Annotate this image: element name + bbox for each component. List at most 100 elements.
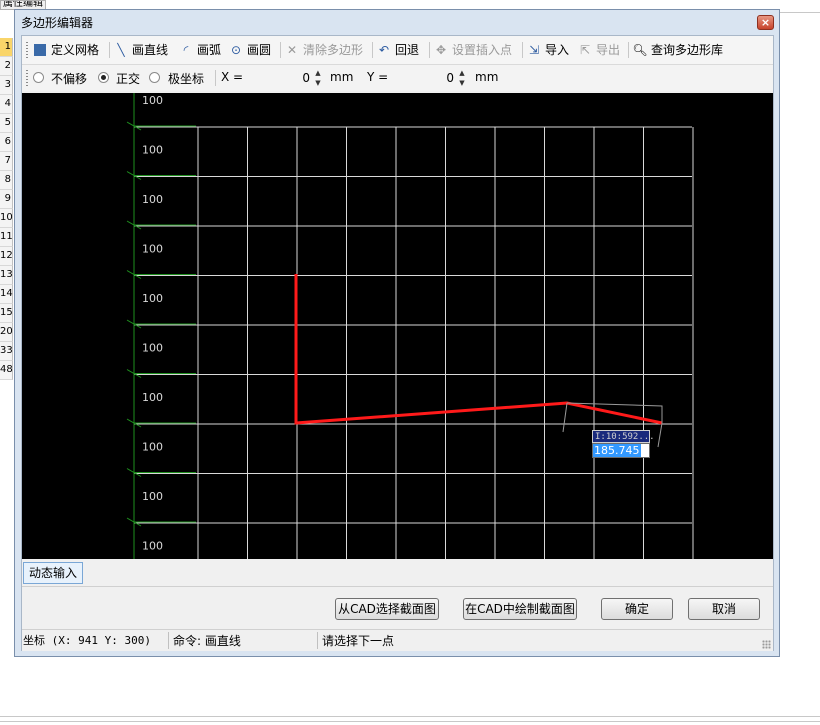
button-row: 从CAD选择截面图 在CAD中绘制截面图 确定 取消 bbox=[22, 586, 773, 629]
status-separator bbox=[168, 632, 169, 649]
polygon-outline bbox=[294, 274, 663, 425]
dynamic-input-tab[interactable]: 动态输入 bbox=[23, 562, 83, 584]
set-insert-point-label: 设置插入点 bbox=[452, 43, 513, 57]
row-number[interactable]: 10 bbox=[0, 209, 13, 228]
draw-circle-button[interactable]: ⊙ 画圆 bbox=[228, 41, 271, 59]
toolbar-separator bbox=[372, 42, 373, 58]
row-number[interactable]: 4 bbox=[0, 95, 13, 114]
close-button[interactable]: × bbox=[757, 15, 774, 30]
export-label: 导出 bbox=[596, 43, 621, 57]
draw-arc-label: 画弧 bbox=[197, 43, 222, 57]
select-from-cad-button[interactable]: 从CAD选择截面图 bbox=[335, 598, 439, 620]
ruler-label: 100 bbox=[142, 490, 163, 503]
row-number[interactable]: 48 bbox=[0, 361, 13, 380]
toolbar-grip[interactable] bbox=[26, 42, 28, 58]
background-divider bbox=[0, 716, 820, 717]
resize-grip[interactable] bbox=[762, 640, 771, 649]
import-icon: ⇲ bbox=[528, 43, 540, 57]
import-label: 导入 bbox=[545, 43, 570, 57]
ruler-label: 100 bbox=[142, 144, 163, 157]
radio-orthogonal[interactable] bbox=[98, 72, 109, 83]
row-number[interactable]: 1 bbox=[0, 38, 13, 57]
dialog-title: 多边形编辑器 bbox=[21, 16, 94, 30]
y-spinner[interactable]: ▲ ▼ bbox=[458, 68, 466, 88]
row-number[interactable]: 9 bbox=[0, 190, 13, 209]
background-divider bbox=[0, 721, 820, 722]
search-icon: 🔍︎ bbox=[632, 43, 648, 57]
row-number[interactable]: 5 bbox=[0, 114, 13, 133]
radio-no-offset[interactable] bbox=[33, 72, 44, 83]
row-number[interactable]: 33 bbox=[0, 342, 13, 361]
dynamic-length-input[interactable]: 185.745 bbox=[592, 443, 650, 458]
draw-arc-button[interactable]: ◜ 画弧 bbox=[178, 41, 221, 59]
row-number[interactable]: 15 bbox=[0, 304, 13, 323]
polygon-editor-dialog: 多边形编辑器 × 定义网格 ╲ 画直线 ◜ 画弧 ⊙ 画圆 ✕ 清除多边形 ↶ … bbox=[14, 9, 780, 657]
status-prompt: 请选择下一点 bbox=[322, 634, 395, 648]
row-number[interactable]: 13 bbox=[0, 266, 13, 285]
toolbar: 定义网格 ╲ 画直线 ◜ 画弧 ⊙ 画圆 ✕ 清除多边形 ↶ 回退 ✥ 设置插入点 bbox=[22, 36, 773, 65]
row-number[interactable]: 7 bbox=[0, 152, 13, 171]
undo-button[interactable]: ↶ 回退 bbox=[376, 41, 419, 59]
ruler-label: 100 bbox=[142, 243, 163, 256]
x-spinner[interactable]: ▲ ▼ bbox=[314, 68, 322, 88]
line-icon: ╲ bbox=[117, 43, 125, 57]
draw-in-cad-button[interactable]: 在CAD中绘制截面图 bbox=[463, 598, 577, 620]
grid-icon bbox=[34, 44, 46, 56]
drawing-surface[interactable]: 100 100 100 100 100 100 100 100 100 100 bbox=[22, 93, 773, 559]
clear-polygon-button[interactable]: ✕ 清除多边形 bbox=[284, 41, 363, 59]
clear-icon: ✕ bbox=[286, 43, 298, 57]
row-number[interactable]: 11 bbox=[0, 228, 13, 247]
status-separator bbox=[317, 632, 318, 649]
ok-button[interactable]: 确定 bbox=[601, 598, 673, 620]
undo-label: 回退 bbox=[395, 43, 420, 57]
y-label: Y = bbox=[367, 70, 389, 84]
row-number-column: 1 2 3 4 5 6 7 8 9 10 11 12 13 14 15 20 33 48 bbox=[0, 38, 13, 380]
toolbar-separator bbox=[280, 42, 281, 58]
export-button[interactable]: ⇱ 导出 bbox=[577, 41, 620, 59]
row-number[interactable]: 2 bbox=[0, 57, 13, 76]
query-library-button[interactable]: 🔍︎ 查询多边形库 bbox=[632, 41, 723, 59]
drawing-canvas[interactable]: 100 100 100 100 100 100 100 100 100 100 I:10:592.… bbox=[22, 93, 773, 559]
optionbar-grip[interactable] bbox=[26, 70, 28, 86]
set-insert-point-button[interactable]: ✥ 设置插入点 bbox=[433, 41, 512, 59]
ruler-label: 100 bbox=[142, 391, 163, 404]
toolbar-separator bbox=[109, 42, 110, 58]
export-icon: ⇱ bbox=[579, 43, 591, 57]
draw-line-button[interactable]: ╲ 画直线 bbox=[113, 41, 168, 59]
title-bar[interactable]: 多边形编辑器 × bbox=[15, 10, 779, 34]
orthogonal-label: 正交 bbox=[116, 72, 141, 86]
query-library-label: 查询多边形库 bbox=[651, 43, 724, 57]
circle-icon: ⊙ bbox=[230, 43, 242, 57]
row-number[interactable]: 14 bbox=[0, 285, 13, 304]
status-coordinates: 坐标 (X: 941 Y: 300) bbox=[23, 634, 151, 647]
option-separator bbox=[215, 70, 216, 86]
ruler-label: 100 bbox=[142, 94, 163, 107]
undo-icon: ↶ bbox=[378, 43, 390, 57]
toolbar-separator bbox=[628, 42, 629, 58]
ruler-label: 100 bbox=[142, 342, 163, 355]
y-value-input[interactable]: 0 bbox=[392, 69, 454, 87]
row-number[interactable]: 6 bbox=[0, 133, 13, 152]
ruler-label: 100 bbox=[142, 193, 163, 206]
draw-line-label: 画直线 bbox=[132, 43, 169, 57]
row-number[interactable]: 12 bbox=[0, 247, 13, 266]
row-number[interactable]: 3 bbox=[0, 76, 13, 95]
toolbar-separator bbox=[429, 42, 430, 58]
define-grid-label: 定义网格 bbox=[51, 43, 100, 57]
y-unit: mm bbox=[475, 70, 499, 84]
x-value-input[interactable]: 0 bbox=[248, 69, 310, 87]
cancel-button[interactable]: 取消 bbox=[688, 598, 760, 620]
arc-icon: ◜ bbox=[183, 43, 189, 57]
ruler-label: 100 bbox=[142, 540, 163, 553]
dynamic-length-value: 185.745 bbox=[593, 444, 641, 457]
row-number[interactable]: 8 bbox=[0, 171, 13, 190]
ruler-label: 100 bbox=[142, 292, 163, 305]
row-number[interactable]: 20 bbox=[0, 323, 13, 342]
define-grid-button[interactable]: 定义网格 bbox=[34, 41, 99, 59]
option-bar: 不偏移 正交 极坐标 X = 0 ▲ ▼ mm Y = 0 ▲ ▼ mm bbox=[22, 65, 773, 91]
status-bar: 坐标 (X: 941 Y: 300) 命令: 画直线 请选择下一点 bbox=[22, 629, 773, 651]
radio-polar[interactable] bbox=[149, 72, 160, 83]
insert-point-icon: ✥ bbox=[435, 43, 447, 57]
import-button[interactable]: ⇲ 导入 bbox=[526, 41, 569, 59]
dimension-guide bbox=[657, 422, 663, 448]
